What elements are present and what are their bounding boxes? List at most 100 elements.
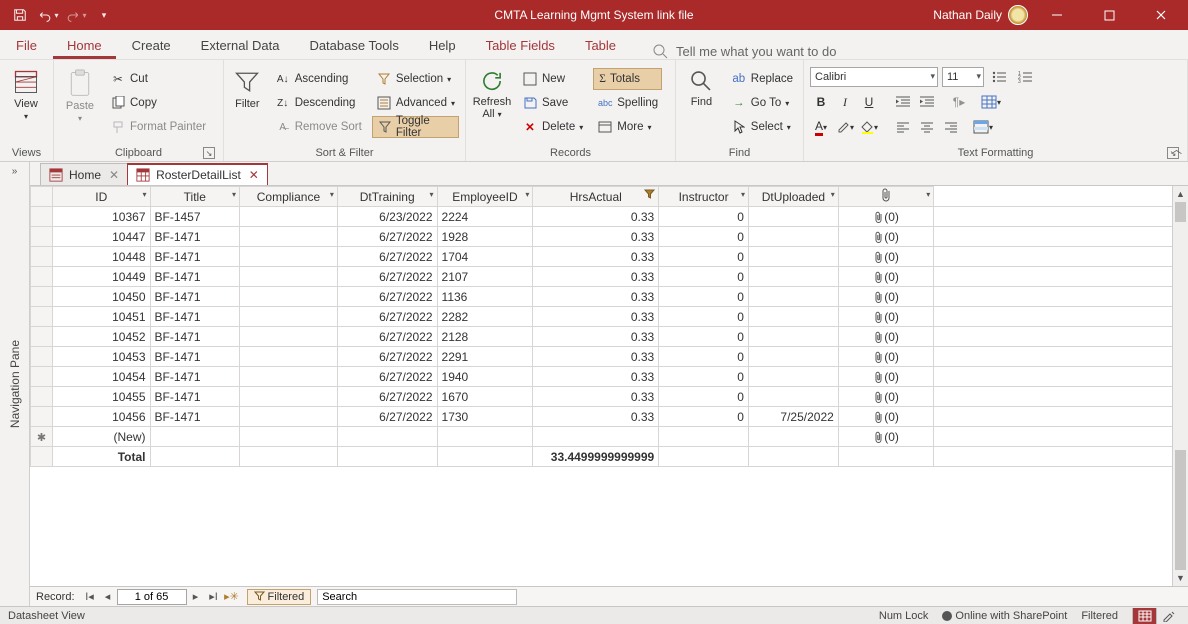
user-avatar[interactable]: [1008, 5, 1028, 25]
tab-file[interactable]: File: [2, 32, 51, 59]
cell-id[interactable]: 10456: [52, 407, 150, 427]
paste-button[interactable]: Paste▾: [60, 64, 100, 142]
tab-database-tools[interactable]: Database Tools: [295, 32, 412, 59]
table-row[interactable]: 10451BF-14716/27/202222820.330(0): [31, 307, 1173, 327]
customize-qat-icon[interactable]: ▾: [92, 3, 116, 27]
numbering-icon[interactable]: 123: [1014, 66, 1036, 88]
design-view-button[interactable]: [1156, 608, 1180, 624]
cell-hrsactual[interactable]: 0.33: [533, 327, 659, 347]
table-row[interactable]: 10453BF-14716/27/202222910.330(0): [31, 347, 1173, 367]
cell-dtuploaded[interactable]: [748, 267, 838, 287]
col-header[interactable]: ID▾: [52, 187, 150, 207]
remove-sort-button[interactable]: A̶Remove Sort: [271, 116, 366, 138]
next-record-button[interactable]: ▸: [187, 590, 205, 603]
close-tab-icon[interactable]: ✕: [247, 168, 259, 182]
new-record-nav-button[interactable]: ▸✳: [223, 590, 241, 603]
cell-instructor[interactable]: 0: [659, 407, 749, 427]
cell-hrsactual[interactable]: 0.33: [533, 227, 659, 247]
record-search-input[interactable]: [317, 589, 517, 605]
cell-compliance[interactable]: [240, 407, 338, 427]
new-row[interactable]: (New)(0): [31, 427, 1173, 447]
table-row[interactable]: 10447BF-14716/27/202219280.330(0): [31, 227, 1173, 247]
close-button[interactable]: [1138, 0, 1184, 30]
cell-compliance[interactable]: [240, 387, 338, 407]
table-row[interactable]: 10456BF-14716/27/202217300.3307/25/2022(…: [31, 407, 1173, 427]
cell-title[interactable]: BF-1471: [150, 407, 240, 427]
font-size-combo[interactable]: 11▾: [942, 67, 984, 87]
cell-hrsactual[interactable]: 0.33: [533, 407, 659, 427]
toggle-filter-button[interactable]: Toggle Filter: [372, 116, 459, 138]
ascending-button[interactable]: A↓Ascending: [271, 68, 366, 90]
col-header[interactable]: Instructor▾: [659, 187, 749, 207]
find-button[interactable]: Find: [682, 64, 721, 142]
cell-id[interactable]: 10367: [52, 207, 150, 227]
col-header[interactable]: DtTraining▾: [337, 187, 437, 207]
filter-button[interactable]: Filter: [230, 64, 265, 142]
cell-title[interactable]: BF-1471: [150, 387, 240, 407]
cell-title[interactable]: BF-1471: [150, 227, 240, 247]
record-position-input[interactable]: [117, 589, 187, 605]
cell-attachment[interactable]: (0): [838, 387, 934, 407]
tab-table-fields[interactable]: Table Fields: [472, 32, 569, 59]
cell-employeeid[interactable]: 1704: [437, 247, 533, 267]
navigation-pane-collapsed[interactable]: » Navigation Pane: [0, 162, 30, 606]
cell-instructor[interactable]: 0: [659, 307, 749, 327]
alt-row-color-icon[interactable]: ▾: [972, 116, 994, 138]
cell-dtuploaded[interactable]: [748, 247, 838, 267]
cell-title[interactable]: BF-1471: [150, 267, 240, 287]
dec-indent-icon[interactable]: [892, 91, 914, 113]
view-button[interactable]: View▾: [6, 64, 46, 142]
cell-employeeid[interactable]: 2291: [437, 347, 533, 367]
tab-create[interactable]: Create: [118, 32, 185, 59]
cell-id[interactable]: 10447: [52, 227, 150, 247]
italic-button[interactable]: I: [834, 91, 856, 113]
bold-button[interactable]: B: [810, 91, 832, 113]
cell-compliance[interactable]: [240, 307, 338, 327]
cell-attachment[interactable]: (0): [838, 307, 934, 327]
doc-tab-home[interactable]: Home ✕: [40, 163, 128, 185]
cell-id[interactable]: 10448: [52, 247, 150, 267]
font-color-button[interactable]: A▾: [810, 116, 832, 138]
cell-title[interactable]: BF-1471: [150, 347, 240, 367]
cell-title[interactable]: BF-1471: [150, 247, 240, 267]
cell-compliance[interactable]: [240, 367, 338, 387]
col-header[interactable]: EmployeeID▾: [437, 187, 533, 207]
align-left-icon[interactable]: [892, 116, 914, 138]
tab-home[interactable]: Home: [53, 32, 116, 59]
datasheet-view-button[interactable]: [1132, 608, 1156, 624]
undo-icon[interactable]: ▾: [36, 3, 60, 27]
table-row[interactable]: 10454BF-14716/27/202219400.330(0): [31, 367, 1173, 387]
replace-button[interactable]: abReplace: [727, 68, 797, 90]
cell-id[interactable]: 10452: [52, 327, 150, 347]
cell-employeeid[interactable]: 1940: [437, 367, 533, 387]
table-row[interactable]: 10449BF-14716/27/202221070.330(0): [31, 267, 1173, 287]
select-button[interactable]: Select ▾: [727, 116, 797, 138]
cell-dttraining[interactable]: 6/27/2022: [337, 327, 437, 347]
cell-hrsactual[interactable]: 0.33: [533, 267, 659, 287]
cell-attachment[interactable]: (0): [838, 267, 934, 287]
cell-employeeid[interactable]: 1136: [437, 287, 533, 307]
scroll-down-icon[interactable]: ▼: [1173, 570, 1188, 586]
cell-dtuploaded[interactable]: [748, 347, 838, 367]
totals-button[interactable]: ΣTotals: [593, 68, 662, 90]
cell-attachment[interactable]: (0): [838, 327, 934, 347]
cell-attachment[interactable]: (0): [838, 207, 934, 227]
cell-dtuploaded[interactable]: [748, 367, 838, 387]
table-row[interactable]: 10448BF-14716/27/202217040.330(0): [31, 247, 1173, 267]
cell-attachment[interactable]: (0): [838, 367, 934, 387]
doc-tab-roster[interactable]: RosterDetailList ✕: [127, 163, 268, 185]
goto-button[interactable]: →Go To ▾: [727, 92, 797, 114]
cell-employeeid[interactable]: 2282: [437, 307, 533, 327]
cell-title[interactable]: BF-1471: [150, 367, 240, 387]
advanced-button[interactable]: Advanced ▾: [372, 92, 459, 114]
table-row[interactable]: 10450BF-14716/27/202211360.330(0): [31, 287, 1173, 307]
cell-dtuploaded[interactable]: 7/25/2022: [748, 407, 838, 427]
align-center-icon[interactable]: [916, 116, 938, 138]
underline-button[interactable]: U: [858, 91, 880, 113]
cell-compliance[interactable]: [240, 347, 338, 367]
gridlines-icon[interactable]: ▾: [980, 91, 1002, 113]
cell-dttraining[interactable]: 6/27/2022: [337, 287, 437, 307]
cell-id[interactable]: 10450: [52, 287, 150, 307]
cell-dtuploaded[interactable]: [748, 307, 838, 327]
col-header[interactable]: Compliance▾: [240, 187, 338, 207]
